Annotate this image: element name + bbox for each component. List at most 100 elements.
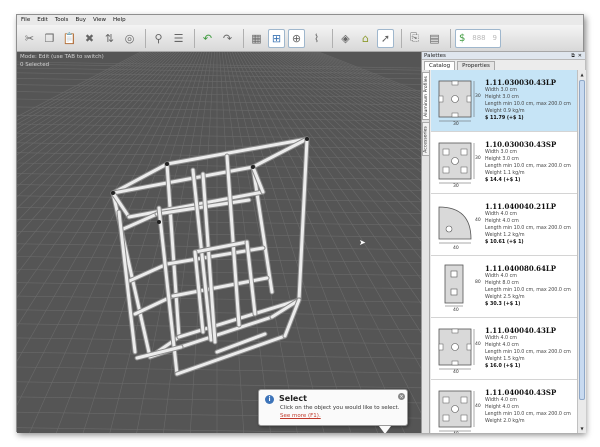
catalog-list: 30 30 1.11.030030.43LP Width 3.0 cm Height 3…: [431, 70, 577, 433]
close-icon[interactable]: ✕: [578, 53, 582, 59]
delete-icon[interactable]: ✖: [81, 29, 98, 48]
info-icon: i: [265, 395, 274, 404]
catalog-scrollbar[interactable]: ▲ ▼: [577, 70, 586, 433]
align-icon[interactable]: ⇅: [101, 29, 118, 48]
scroll-up-icon[interactable]: ▲: [579, 71, 585, 77]
item-width: Width 3.0 cm: [485, 88, 517, 93]
menu-edit[interactable]: Edit: [37, 17, 48, 23]
undock-icon[interactable]: ⧉: [571, 53, 575, 59]
item-length: Length min 10.0 cm, max 200.0 cm: [485, 350, 571, 355]
catalog-item[interactable]: 30 30 1.10.030030.43SP Width 3.0 cm Height 3…: [431, 132, 577, 194]
catalog-item[interactable]: 40 40 1.11.040040.21LP Width 4.0 cm Height 4…: [431, 194, 577, 256]
scroll-thumb[interactable]: [579, 80, 585, 400]
item-length: Length min 10.0 cm, max 200.0 cm: [485, 164, 571, 169]
menu-help[interactable]: Help: [113, 17, 126, 23]
svg-text:40: 40: [453, 369, 459, 375]
svg-text:30: 30: [453, 183, 459, 189]
tab-catalog[interactable]: Catalog: [424, 61, 456, 70]
select-arrow-icon[interactable]: ➚: [377, 28, 394, 48]
copy-icon[interactable]: ❐: [41, 29, 58, 48]
tab-properties[interactable]: Properties: [457, 61, 495, 70]
toolbar-separator: [401, 28, 402, 48]
rotate-icon[interactable]: ◎: [121, 29, 138, 48]
menu-file[interactable]: File: [21, 17, 30, 23]
scroll-down-icon[interactable]: ▼: [579, 425, 585, 431]
svg-text:80: 80: [475, 279, 481, 285]
move-nodes-icon[interactable]: ⊕: [288, 28, 305, 48]
item-weight: Weight 1.2 kg/m: [485, 233, 525, 238]
redo-icon[interactable]: ↷: [219, 29, 236, 48]
item-height: Height 3.0 cm: [485, 95, 519, 100]
3d-viewport[interactable]: Mode: Edit (use TAB to switch) 0 Selecte…: [17, 52, 421, 433]
layers-icon[interactable]: ◈: [337, 29, 354, 48]
item-height: Height 3.0 cm: [485, 157, 519, 162]
menu-buy[interactable]: Buy: [75, 17, 86, 23]
close-icon[interactable]: ×: [398, 393, 405, 400]
tag-icon[interactable]: ⚲: [150, 29, 167, 48]
palettes-title: Palettes: [424, 52, 446, 59]
document-icon[interactable]: ▤: [426, 29, 443, 48]
price-tag-icon: $: [459, 32, 466, 44]
catalog-item[interactable]: 40 40 1.11.040040.43SP Width 4.0 cm Height 4…: [431, 380, 577, 433]
svg-text:30: 30: [475, 93, 481, 99]
svg-text:30: 30: [453, 121, 459, 127]
profile-cross-section-icon: 30 30: [438, 80, 481, 127]
toolbar-separator: [145, 28, 146, 48]
profile-cross-section-icon: 40 80: [444, 264, 481, 313]
profile-cross-section-icon: 40 40: [438, 328, 481, 375]
catalog-item[interactable]: 40 80 1.11.040080.64LP Width 4.0 cm Height 8…: [431, 256, 577, 318]
home-view-icon[interactable]: ⌂: [357, 29, 374, 48]
list-icon[interactable]: ☰: [170, 29, 187, 48]
export-icon[interactable]: ⎘: [406, 29, 423, 48]
item-weight: Weight 1.1 kg/m: [485, 171, 525, 176]
item-width: Width 3.0 cm: [485, 150, 517, 155]
item-width: Width 4.0 cm: [485, 336, 517, 341]
selection-count: 0 Selected: [20, 62, 50, 68]
app-window: File Edit Tools Buy View Help ✂ ❐ 📋 ✖ ⇅ …: [16, 14, 586, 433]
toolbar-separator: [450, 28, 451, 48]
item-length: Length min 10.0 cm, max 200.0 cm: [485, 288, 571, 293]
price-counter-value: 888: [472, 34, 486, 42]
item-title: 1.11.030030.43LP: [485, 78, 557, 87]
item-length: Length min 10.0 cm, max 200.0 cm: [485, 412, 571, 417]
profile-cross-section-icon: 40 40: [438, 206, 481, 251]
category-side-tabs: Aluminum Profiles Accessories: [422, 70, 430, 433]
popup-help-link[interactable]: See more (F1).: [280, 413, 321, 419]
side-tab-aluminum-profiles[interactable]: Aluminum Profiles: [422, 72, 430, 120]
popup-text: Click on the object you would like to se…: [280, 405, 400, 411]
svg-text:40: 40: [453, 307, 459, 313]
item-title: 1.11.040080.64LP: [485, 264, 557, 273]
catalog-item[interactable]: 40 40 1.11.040040.43LP Width 4.0 cm Height 4…: [431, 318, 577, 380]
catalog-item[interactable]: 30 30 1.11.030030.43LP Width 3.0 cm Height 3…: [431, 70, 577, 132]
item-length: Length min 10.0 cm, max 200.0 cm: [485, 102, 571, 107]
grid-color-icon[interactable]: ▦: [248, 29, 265, 48]
item-price: $ 16.0 (+$ 1): [485, 364, 521, 369]
paste-icon[interactable]: 📋: [61, 29, 78, 48]
connect-icon[interactable]: ⊞: [268, 28, 285, 48]
select-tooltip-popup: i Select Click on the object you would l…: [258, 389, 408, 433]
cut-icon[interactable]: ✂: [21, 29, 38, 48]
bend-icon[interactable]: ⌇: [308, 29, 325, 48]
side-tab-accessories[interactable]: Accessories: [422, 122, 430, 156]
svg-text:40: 40: [453, 431, 459, 433]
undo-icon[interactable]: ↶: [199, 29, 216, 48]
price-counter-button[interactable]: $ 888 9: [455, 28, 501, 48]
svg-text:40: 40: [475, 403, 481, 409]
item-weight: Weight 1.5 kg/m: [485, 357, 525, 362]
mode-status: Mode: Edit (use TAB to switch) 0 Selecte…: [20, 54, 104, 70]
mode-line: Mode: Edit (use TAB to switch): [20, 54, 104, 60]
item-price: $ 11.79 (+$ 1): [485, 116, 524, 121]
item-weight: Weight 2.0 kg/m: [485, 419, 525, 424]
item-height: Height 8.0 cm: [485, 281, 519, 286]
item-weight: Weight 2.5 kg/m: [485, 295, 525, 300]
item-title: 1.11.040040.43LP: [485, 326, 557, 335]
toolbar-separator: [194, 28, 195, 48]
item-height: Height 4.0 cm: [485, 219, 519, 224]
svg-text:40: 40: [475, 217, 481, 223]
item-price: $ 14.4 (+$ 1): [485, 178, 521, 183]
menu-tools[interactable]: Tools: [55, 17, 69, 23]
item-length: Length min 10.0 cm, max 200.0 cm: [485, 226, 571, 231]
toolbar-separator: [243, 28, 244, 48]
price-counter-suffix: 9: [492, 34, 497, 42]
menu-view[interactable]: View: [93, 17, 106, 23]
